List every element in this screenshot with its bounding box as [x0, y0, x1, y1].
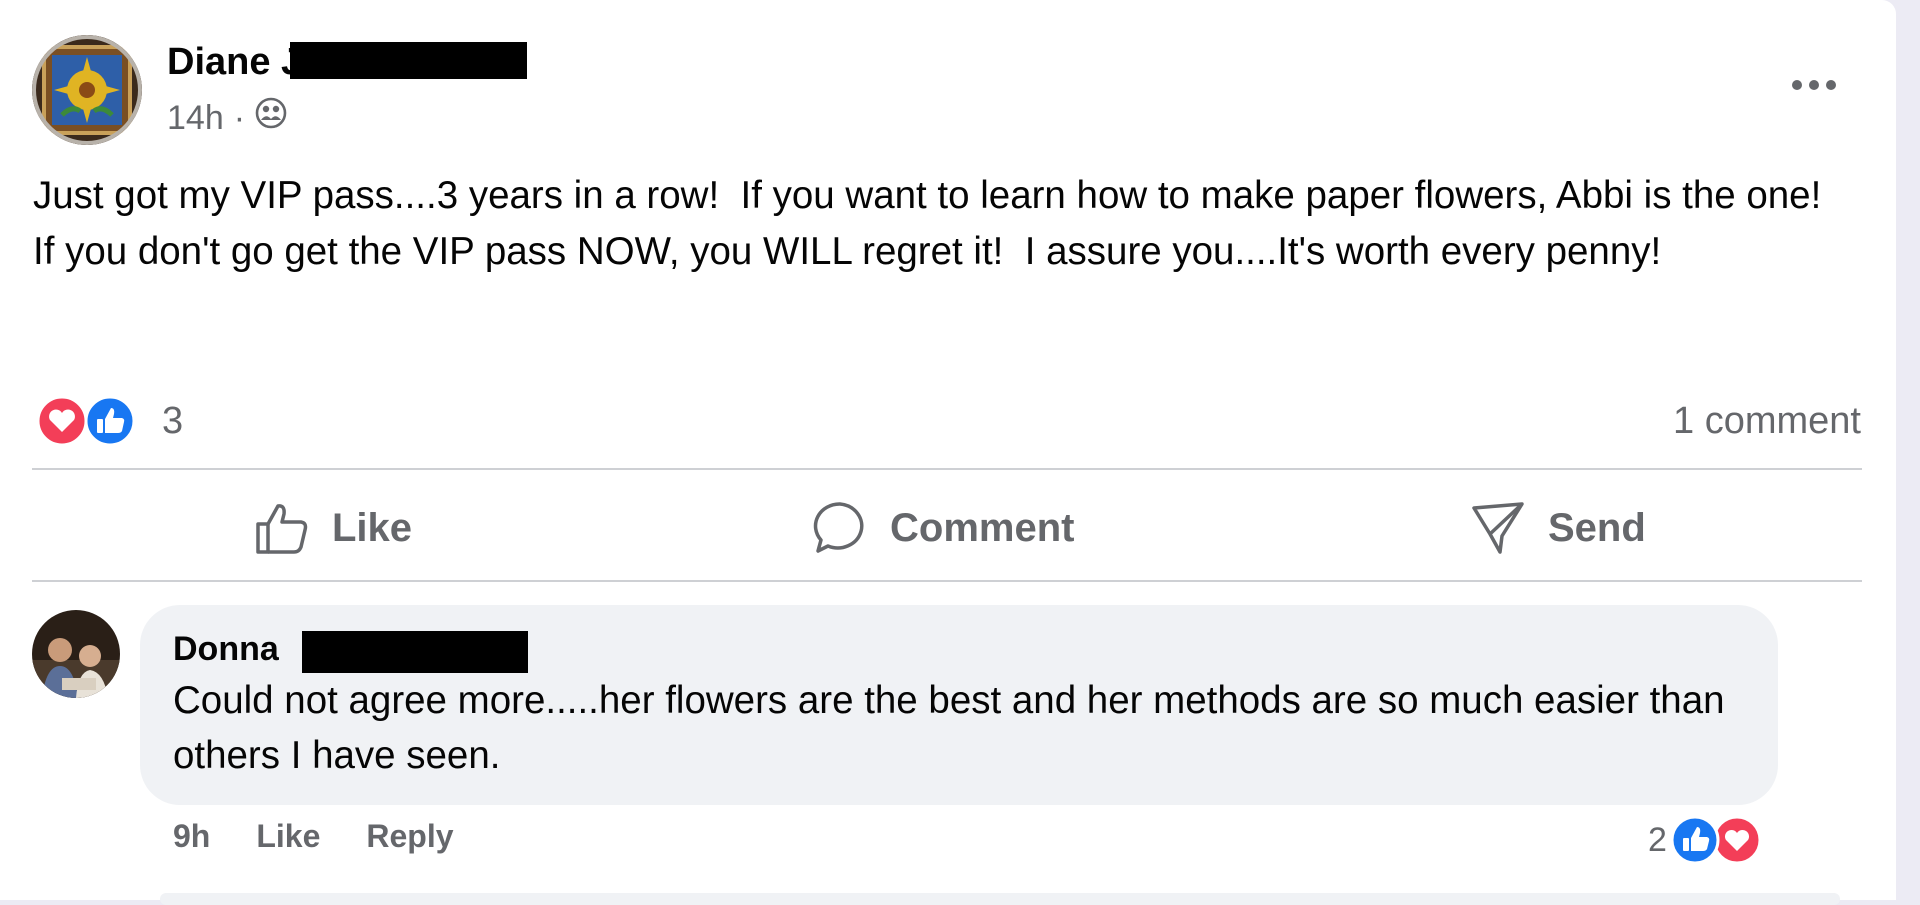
- comment-bubble-icon: [813, 502, 864, 553]
- post-card: Diane J 14h · Just got my VIP pass....3 …: [0, 0, 1896, 905]
- reaction-summary[interactable]: 3: [36, 395, 184, 447]
- divider: [32, 580, 1862, 582]
- reaction-count: 3: [162, 399, 184, 442]
- post-time[interactable]: 14h: [167, 96, 224, 140]
- comment-text: Could not agree more.....her flowers are…: [173, 679, 1725, 777]
- post-author-name[interactable]: Diane J: [167, 37, 302, 87]
- redaction-bar: [302, 631, 528, 673]
- send-icon: [1472, 502, 1524, 554]
- send-button[interactable]: Send: [1470, 493, 1646, 563]
- post-meta: 14h ·: [167, 96, 287, 140]
- next-comment-edge: [160, 893, 1840, 905]
- love-icon: [1712, 815, 1762, 865]
- comment-time[interactable]: 9h: [173, 818, 210, 855]
- comment-actions: 9h Like Reply: [173, 818, 500, 855]
- send-label: Send: [1548, 505, 1646, 550]
- comment-reaction-count: 2: [1648, 820, 1667, 859]
- comment-reaction-summary[interactable]: 2: [1648, 814, 1763, 866]
- post-text: Just got my VIP pass....3 years in a row…: [33, 174, 1843, 273]
- comment-reply-button[interactable]: Reply: [366, 818, 453, 855]
- comment-label: Comment: [890, 505, 1075, 550]
- thumbs-up-icon: [256, 504, 308, 554]
- like-icon: [1670, 815, 1720, 865]
- divider: [32, 468, 1862, 470]
- redaction-bar: [290, 42, 527, 79]
- meta-separator: ·: [233, 99, 246, 137]
- like-label: Like: [332, 505, 413, 550]
- comment-like-button[interactable]: Like: [256, 818, 320, 855]
- like-icon: [84, 395, 136, 447]
- love-icon: [36, 395, 88, 447]
- like-button[interactable]: Like: [254, 493, 412, 563]
- comment-button[interactable]: Comment: [812, 493, 1074, 563]
- more-options-button[interactable]: [1784, 60, 1844, 110]
- author-avatar[interactable]: [32, 35, 142, 145]
- friends-icon[interactable]: [255, 96, 287, 140]
- more-horizontal-icon: [1792, 80, 1836, 90]
- commenter-avatar[interactable]: [32, 610, 120, 698]
- comment-author-name[interactable]: Donna: [173, 627, 279, 671]
- comment-count[interactable]: 1 comment: [1673, 396, 1861, 446]
